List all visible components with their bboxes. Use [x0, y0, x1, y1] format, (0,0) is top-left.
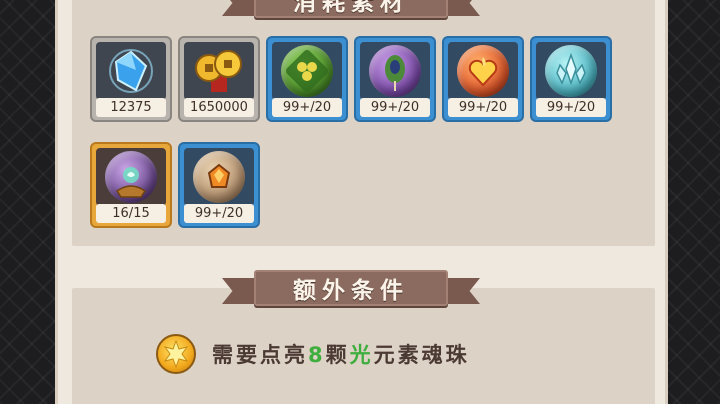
material-count: 99+/20 — [536, 98, 606, 117]
material-slot-ice-orb[interactable]: 99+/20 — [530, 36, 612, 122]
condition-suffix: 元素魂珠 — [373, 343, 470, 367]
extra-condition-title: 额外条件 — [254, 270, 448, 306]
materials-title: 消耗素材 — [254, 0, 448, 18]
material-count: 12375 — [96, 98, 166, 117]
condition-number: 8 — [308, 343, 326, 367]
light-sun-orb-icon — [156, 334, 196, 374]
condition-element: 光 — [349, 343, 374, 367]
material-count: 99+/20 — [184, 204, 254, 223]
material-slot-crystal[interactable]: 12375 — [90, 36, 172, 122]
fire-heart-orb-icon — [457, 45, 509, 97]
material-count: 16/15 — [96, 204, 166, 223]
condition-measure: 颗 — [325, 343, 350, 367]
condition-prefix: 需要点亮 — [212, 343, 308, 367]
green-clover-orb-icon — [281, 45, 333, 97]
material-count: 99+/20 — [360, 98, 430, 117]
gold-coins-icon — [195, 50, 242, 92]
materials-title-ribbon: 消耗素材 — [222, 0, 480, 20]
material-slot-feather-orb[interactable]: 99+/20 — [354, 36, 436, 122]
material-slot-clover-orb[interactable]: 99+/20 — [266, 36, 348, 122]
condition-row: 需要点亮8颗光元素魂珠 — [156, 334, 470, 374]
ice-crystal-orb-icon — [545, 45, 597, 97]
material-slot-amber-orb[interactable]: 99+/20 — [178, 142, 260, 228]
material-slot-spirit-altar[interactable]: 16/15 — [90, 142, 172, 228]
material-slot-coins[interactable]: 1650000 — [178, 36, 260, 122]
material-count: 99+/20 — [272, 98, 342, 117]
extra-condition-title-ribbon: 额外条件 — [222, 270, 480, 308]
material-slot-fire-orb[interactable]: 99+/20 — [442, 36, 524, 122]
material-count: 1650000 — [184, 98, 254, 117]
material-count: 99+/20 — [448, 98, 518, 117]
condition-text: 需要点亮8颗光元素魂珠 — [212, 339, 470, 369]
purple-feather-orb-icon — [369, 45, 421, 97]
amber-stone-orb-icon — [193, 151, 245, 203]
spirit-altar-icon — [105, 151, 157, 203]
blue-crystal-icon — [109, 49, 153, 93]
